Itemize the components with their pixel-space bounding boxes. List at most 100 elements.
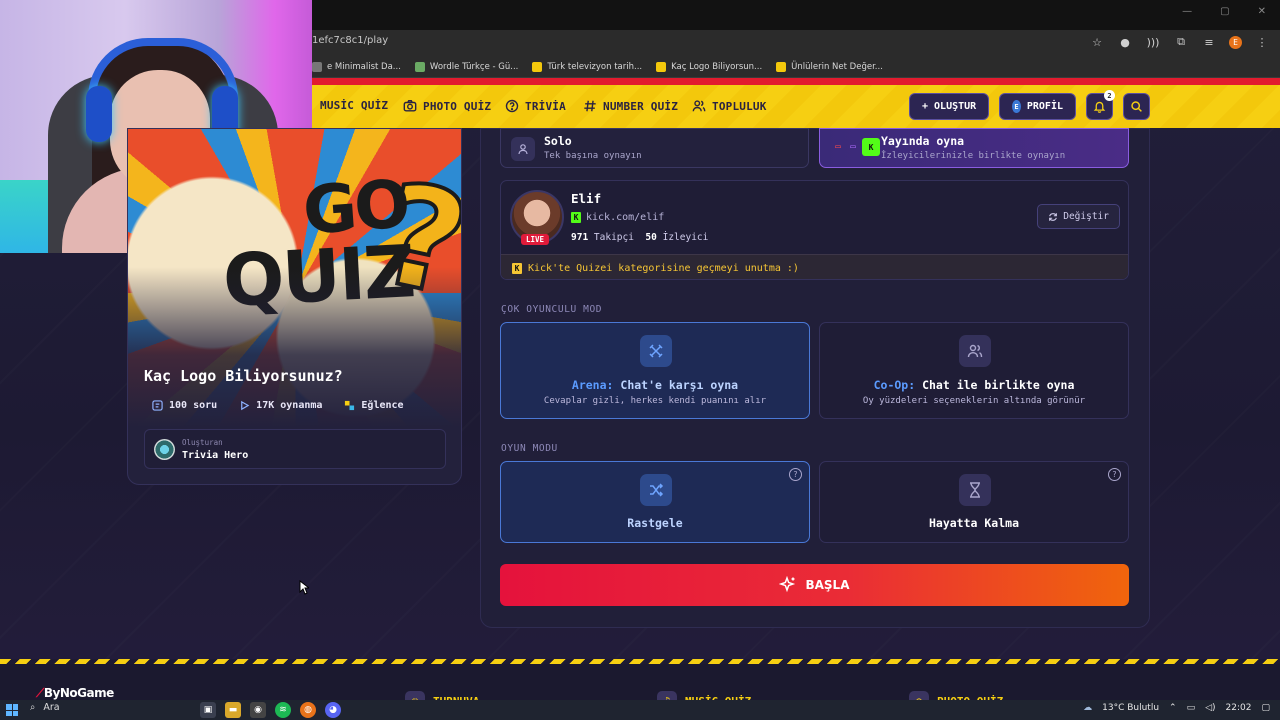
sparkles-icon [779, 576, 796, 593]
bell-icon [1093, 101, 1106, 113]
streamer-stats: 971 Takipçi 50 İzleyici [571, 232, 709, 243]
create-button[interactable]: + OLUŞTUR [909, 93, 989, 120]
coop-mode-option[interactable]: Co-Op: Chat ile birlikte oyna Oy yüzdele… [819, 322, 1129, 419]
search-icon [1131, 101, 1142, 112]
help-icon[interactable]: ? [789, 468, 802, 481]
file-explorer-icon[interactable]: ▬ [225, 702, 241, 718]
shuffle-icon [640, 474, 672, 506]
play-icon [241, 400, 250, 411]
search-icon: ⌕ [30, 702, 36, 713]
help-icon[interactable]: ? [1108, 468, 1121, 481]
user-icon [511, 137, 535, 161]
network-icon[interactable]: ▭ [1187, 703, 1196, 713]
hash-icon [584, 100, 596, 112]
media-icon[interactable]: ≡ [1201, 34, 1217, 50]
creator-avatar [154, 439, 175, 460]
profile-button[interactable]: E PROFİL [999, 93, 1076, 120]
menu-icon[interactable]: ⋮ [1254, 34, 1270, 50]
kick-icon: K [571, 212, 581, 223]
site-footer: ⟋ByNoGame ♛ TURNUVA ♫ MUSİC QUİZ ◎ PHOTO… [0, 664, 1280, 711]
bookmark-item[interactable]: e Minimalist Da... [312, 61, 401, 72]
site-nav: MUSİC QUİZ PHOTO QUİZ TRİVİA NUMBER QUİZ… [312, 85, 1280, 128]
multiplayer-section-label: ÇOK OYUNCULU MOD [501, 304, 603, 315]
coop-subtitle: Oy yüzdeleri seçeneklerin altında görünü… [862, 396, 1086, 406]
camera-icon [403, 100, 417, 112]
nav-photo-quiz[interactable]: PHOTO QUİZ [403, 99, 491, 113]
address-bar[interactable]: 1efc7c8c1/play ☆ ● ))) ⧉ ≡ E ⋮ [312, 30, 1280, 56]
refresh-icon [1049, 212, 1058, 221]
solo-option[interactable]: Solo Tek başına oynayın [500, 128, 809, 168]
windows-start-icon[interactable] [6, 704, 18, 716]
streamer-card: LIVE Elif K kick.com/elif 971 Takipçi 50… [500, 180, 1129, 280]
bookmark-item[interactable]: Kaç Logo Biliyorsun... [656, 61, 762, 72]
brand-mark-icon: ⟋ [36, 686, 44, 700]
game-mode-section-label: OYUN MODU [501, 443, 558, 454]
close-icon[interactable]: ✕ [1258, 6, 1266, 17]
quiz-play-count: 17K oynanma [239, 400, 322, 411]
puzzle-icon[interactable]: ⧉ [1173, 34, 1189, 50]
live-badge: LIVE [521, 234, 550, 245]
profile-avatar: E [1012, 100, 1021, 113]
creator-box[interactable]: Oluşturan Trivia Hero [144, 429, 446, 469]
quiz-card: ? GO QUIZ Kaç Logo Biliyorsunuz? 100 sor… [127, 128, 462, 485]
spotify-icon[interactable]: ≋ [275, 702, 291, 718]
task-view-icon[interactable]: ▣ [200, 702, 216, 718]
bookmark-icon [656, 61, 667, 72]
quiz-title: Kaç Logo Biliyorsunuz? [144, 367, 343, 385]
start-button[interactable]: BAŞLA [500, 564, 1129, 606]
question-bubble-icon [505, 99, 519, 113]
change-streamer-button[interactable]: Değiştir [1037, 204, 1120, 229]
clock[interactable]: 22:02 [1226, 703, 1252, 713]
youtube-icon: ▭ [835, 142, 841, 152]
arena-title: Arena: Chat'e karşı oyna [571, 378, 739, 392]
stream-platform-icons: ▭ ▭ K [832, 138, 880, 156]
browser-profile-avatar[interactable]: E [1229, 35, 1242, 49]
plus-icon: + [922, 101, 929, 112]
arena-mode-option[interactable]: Arena: Chat'e karşı oyna Cevaplar gizli,… [500, 322, 810, 419]
obs-icon[interactable]: ◉ [250, 702, 266, 718]
extension-icon[interactable]: ● [1117, 34, 1133, 50]
random-mode-option[interactable]: ? Rastgele [500, 461, 810, 543]
weather-text[interactable]: 13°C Bulutlu [1102, 703, 1159, 713]
taskbar-search[interactable]: ⌕ Ara [30, 702, 60, 713]
notifications-button[interactable]: 2 [1086, 90, 1115, 120]
notification-center-icon[interactable]: ▢ [1261, 703, 1270, 713]
streamer-name: Elif [571, 191, 602, 206]
volume-icon[interactable]: ◁) [1205, 703, 1215, 713]
search-button[interactable] [1123, 93, 1150, 120]
chrome-icon[interactable]: ◍ [300, 702, 316, 718]
nav-number-quiz[interactable]: NUMBER QUİZ [583, 99, 678, 113]
footer-brand-logo[interactable]: ⟋ByNoGame [36, 686, 114, 701]
hourglass-icon [959, 474, 991, 506]
stream-option[interactable]: ▭ ▭ K Yayında oyna İzleyicilerinizle bir… [819, 128, 1129, 168]
notification-count-badge: 2 [1104, 90, 1115, 101]
bookmark-item[interactable]: Ünlülerin Net Değer... [776, 61, 883, 72]
star-icon[interactable]: ☆ [1089, 34, 1105, 50]
os-taskbar: ⌕ Ara ▣ ▬ ◉ ≋ ◍ ◕ ☁ 13°C Bulutlu ⌃ ▭ ◁) … [0, 700, 1280, 720]
bookmark-item[interactable]: Wordle Türkçe - Gü... [414, 61, 518, 72]
nav-music-quiz[interactable]: MUSİC QUİZ [320, 99, 388, 112]
nav-community[interactable]: TOPLULUK [692, 99, 767, 113]
nav-trivia[interactable]: TRİVİA [505, 99, 566, 113]
users-icon [959, 335, 991, 367]
tray-chevron-icon[interactable]: ⌃ [1169, 703, 1177, 713]
bookmark-item[interactable]: Türk televizyon tarih... [532, 61, 642, 72]
bookmark-icon [312, 61, 322, 72]
kick-icon: K [512, 262, 522, 274]
webcam-headset-cup-left [86, 86, 112, 142]
mouse-cursor-icon [299, 580, 309, 595]
taskbar-apps: ▣ ▬ ◉ ≋ ◍ ◕ [200, 702, 341, 718]
coop-title: Co-Op: Chat ile birlikte oyna [873, 378, 1075, 392]
audio-icon[interactable]: ))) [1145, 34, 1161, 50]
url-text[interactable]: 1efc7c8c1/play [312, 35, 388, 46]
taskbar-tray: ☁ 13°C Bulutlu ⌃ ▭ ◁) 22:02 ▢ [1083, 703, 1270, 713]
questions-icon [152, 400, 163, 411]
quiz-category: Eğlence [344, 400, 404, 411]
maximize-icon[interactable]: ▢ [1220, 6, 1229, 17]
discord-icon[interactable]: ◕ [325, 702, 341, 718]
minimize-icon[interactable]: — [1182, 6, 1192, 17]
kick-category-warning: K Kick'te Quizei kategorisine geçmeyi un… [501, 254, 1128, 279]
webcam-led-light [0, 180, 48, 253]
creator-name: Trivia Hero [182, 450, 249, 461]
survival-mode-option[interactable]: ? Hayatta Kalma [819, 461, 1129, 543]
